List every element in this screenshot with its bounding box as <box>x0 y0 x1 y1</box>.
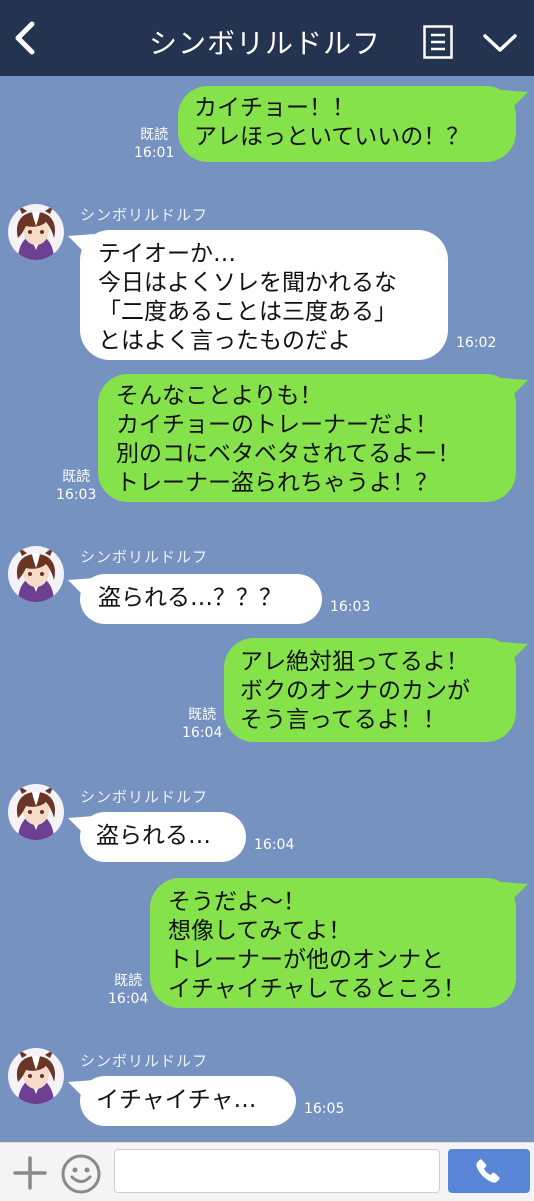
incoming-message-bubble[interactable]: 盗られる…？？？ <box>68 574 322 624</box>
message-line: とはよく言ったものだよ <box>98 328 351 354</box>
sender-name: シンボリルドルフ <box>80 548 209 566</box>
avatar[interactable] <box>8 546 64 602</box>
message-line: カイチョーのトレーナーだよ！ <box>116 412 438 438</box>
message-line: アレ絶対狙ってるよ！ <box>240 649 469 675</box>
chat-header: シンボリルドルフ <box>0 0 534 76</box>
message-meta: 既読 16:01 <box>134 126 174 162</box>
sender-name: シンボリルドルフ <box>80 1052 209 1070</box>
chevron-down-icon[interactable] <box>482 32 518 54</box>
chat-title: シンボリルドルフ <box>148 27 381 60</box>
phone-icon <box>476 1159 500 1183</box>
message-meta: 既読 16:03 <box>56 468 96 504</box>
message-line: そうだよ～！ <box>168 889 306 915</box>
outgoing-message-bubble[interactable]: アレ絶対狙ってるよ！ ボクのオンナのカンが そう言ってるよ！！ <box>224 638 528 742</box>
timestamp: 16:03 <box>330 599 371 615</box>
input-bar <box>0 1142 534 1201</box>
emoji-icon[interactable] <box>60 1153 102 1195</box>
timestamp: 16:05 <box>304 1101 345 1117</box>
message-line: イチャイチャしてるところ！ <box>168 976 466 1002</box>
message-line: そんなことよりも！ <box>116 383 323 409</box>
timestamp: 16:03 <box>56 487 97 503</box>
message-line: トレーナーが他のオンナと <box>168 947 444 973</box>
message-line: カイチョー！！ <box>194 95 355 121</box>
message-line: 盗られる…？？？ <box>98 585 282 611</box>
timestamp: 16:01 <box>134 145 175 161</box>
plus-icon[interactable] <box>12 1155 48 1191</box>
avatar[interactable] <box>8 1048 64 1104</box>
message-line: 「二度あることは三度ある」 <box>98 299 397 325</box>
incoming-message-bubble[interactable]: 盗られる… <box>68 812 246 862</box>
message-line: 別のコにベタベタされてるよー！ <box>116 441 461 467</box>
sender-name: シンボリルドルフ <box>80 788 209 806</box>
read-receipt: 既読 <box>114 973 143 989</box>
message-line: トレーナー盗られちゃうよ！？ <box>116 470 438 496</box>
message-line: イチャイチャ… <box>96 1087 257 1113</box>
message-meta: 既読 16:04 <box>182 706 222 742</box>
chevron-left-icon[interactable] <box>10 20 40 56</box>
incoming-message-bubble[interactable]: イチャイチャ… <box>68 1076 296 1126</box>
avatar[interactable] <box>8 204 64 260</box>
menu-list-icon[interactable] <box>423 25 453 59</box>
timestamp: 16:04 <box>108 991 149 1007</box>
sender-name: シンボリルドルフ <box>80 206 209 224</box>
timestamp: 16:02 <box>456 335 497 351</box>
message-input[interactable] <box>114 1149 440 1193</box>
outgoing-message-bubble[interactable]: カイチョー！！ アレほっといていいの！？ <box>178 86 528 162</box>
timestamp: 16:04 <box>254 837 295 853</box>
outgoing-message-bubble[interactable]: そうだよ～！ 想像してみてよ！ トレーナーが他のオンナと イチャイチャしてるとこ… <box>150 878 528 1008</box>
timestamp: 16:04 <box>182 725 223 741</box>
message-meta: 既読 16:04 <box>108 972 148 1008</box>
message-line: アレほっといていいの！？ <box>194 124 470 150</box>
read-receipt: 既読 <box>188 707 217 723</box>
outgoing-message-bubble[interactable]: そんなことよりも！ カイチョーのトレーナーだよ！ 別のコにベタベタされてるよー！… <box>98 374 528 502</box>
read-receipt: 既読 <box>62 469 91 485</box>
avatar[interactable] <box>8 784 64 840</box>
call-button[interactable] <box>448 1149 530 1193</box>
message-line: 想像してみてよ！ <box>168 918 352 944</box>
incoming-message-bubble[interactable]: テイオーか… 今日はよくソレを聞かれるな 「二度あることは三度ある」 とはよく言… <box>68 230 448 360</box>
message-line: 盗られる… <box>96 823 211 849</box>
read-receipt: 既読 <box>140 127 169 143</box>
message-line: そう言ってるよ！！ <box>240 707 446 733</box>
message-list[interactable]: 既読 16:01 カイチョー！！ アレほっといていいの！？ シンボリルドルフ テ… <box>0 76 534 1142</box>
message-line: 今日はよくソレを聞かれるな <box>98 270 397 296</box>
message-line: ボクのオンナのカンが <box>240 678 470 704</box>
message-line: テイオーか… <box>98 241 236 267</box>
